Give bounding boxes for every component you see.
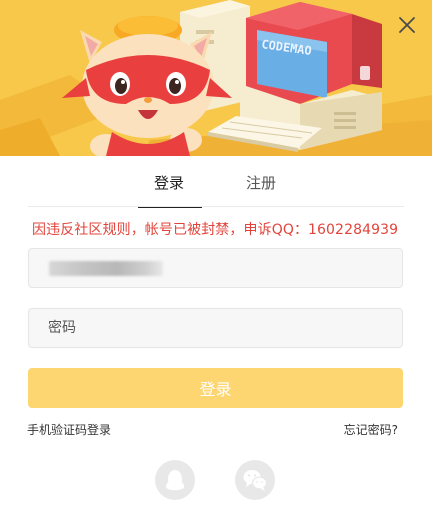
login-submit-button[interactable]: 登录 bbox=[28, 368, 403, 408]
wechat-login-button[interactable] bbox=[235, 460, 275, 500]
account-field bbox=[28, 248, 403, 288]
close-button[interactable] bbox=[396, 14, 418, 36]
ban-error-message: 因违反社区规则，帐号已被封禁，申诉QQ：1602284939 bbox=[32, 222, 399, 238]
wechat-icon bbox=[243, 470, 268, 491]
account-input[interactable] bbox=[29, 249, 402, 287]
sms-login-link[interactable]: 手机验证码登录 bbox=[27, 421, 111, 438]
qq-icon bbox=[166, 470, 184, 491]
forgot-password-link[interactable]: 忘记密码? bbox=[344, 421, 398, 438]
tab-register[interactable]: 注册 bbox=[228, 172, 294, 193]
password-field bbox=[28, 308, 403, 348]
password-input[interactable] bbox=[29, 309, 402, 347]
close-icon bbox=[399, 17, 415, 33]
tabs-divider bbox=[28, 206, 404, 207]
mascot-illustration: CODEMAO bbox=[0, 0, 432, 156]
qq-login-button[interactable] bbox=[155, 460, 195, 500]
banner-illustration: CODEMAO bbox=[0, 0, 432, 156]
auth-tabs: 登录 注册 bbox=[0, 156, 432, 208]
tab-login[interactable]: 登录 bbox=[136, 172, 202, 193]
